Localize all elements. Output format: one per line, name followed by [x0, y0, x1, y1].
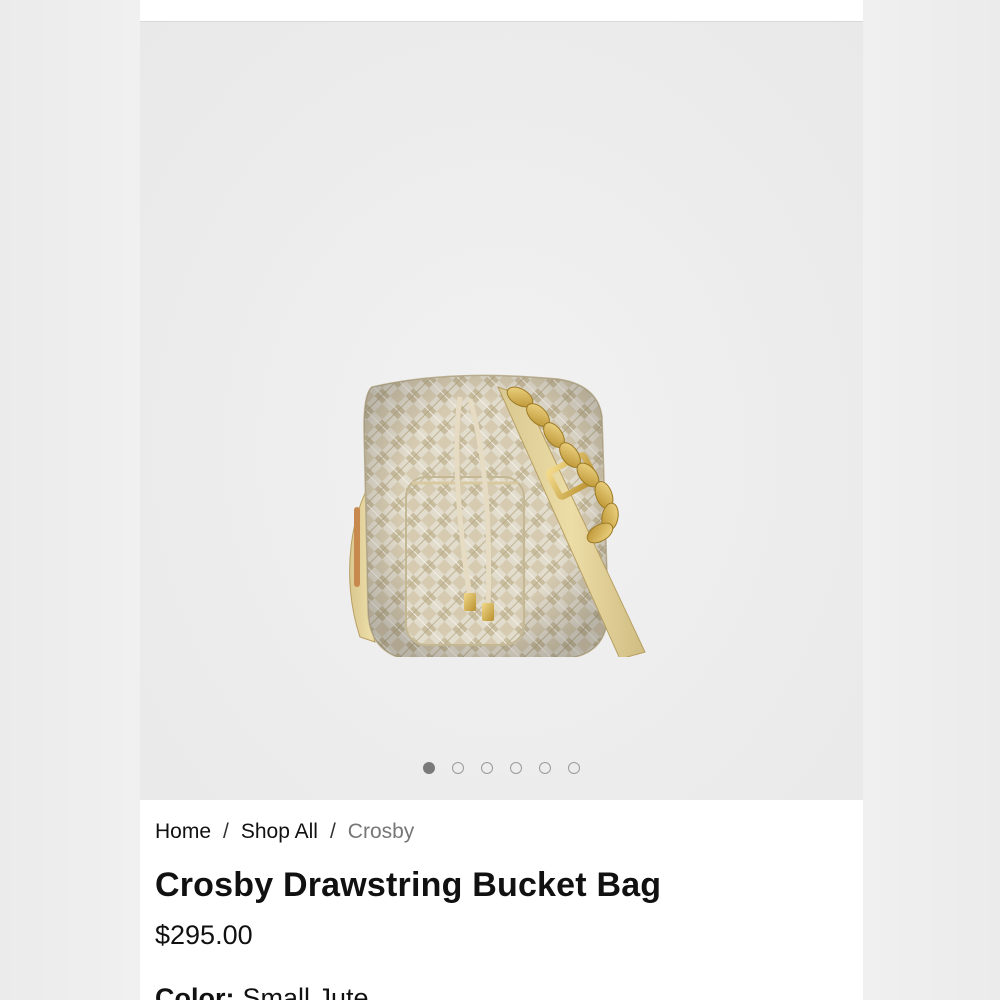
product-info: Home / Shop All / Crosby Crosby Drawstri… [140, 800, 863, 1000]
gallery-dot-2[interactable] [452, 762, 464, 774]
gallery-dot-3[interactable] [481, 762, 493, 774]
product-image [349, 374, 646, 657]
top-bar [140, 0, 863, 22]
product-page: Home / Shop All / Crosby Crosby Drawstri… [140, 0, 863, 1000]
breadcrumb-separator: / [223, 820, 229, 843]
breadcrumb-shop-all-link[interactable]: Shop All [241, 820, 318, 844]
color-label: Color: [155, 983, 235, 1000]
gallery-dot-1[interactable] [423, 762, 435, 774]
product-gallery[interactable] [140, 22, 863, 800]
gallery-dot-6[interactable] [568, 762, 580, 774]
breadcrumb: Home / Shop All / Crosby [155, 820, 414, 844]
breadcrumb-home-link[interactable]: Home [155, 820, 211, 844]
color-selector: Color: Small Jute [155, 983, 369, 1000]
gallery-dot-4[interactable] [510, 762, 522, 774]
product-title: Crosby Drawstring Bucket Bag [155, 866, 662, 904]
gallery-pagination [140, 762, 863, 778]
product-price: $295.00 [155, 920, 253, 950]
color-value: Small Jute [242, 983, 369, 1000]
breadcrumb-current[interactable]: Crosby [348, 820, 415, 844]
gallery-dot-5[interactable] [539, 762, 551, 774]
breadcrumb-separator: / [329, 820, 336, 843]
